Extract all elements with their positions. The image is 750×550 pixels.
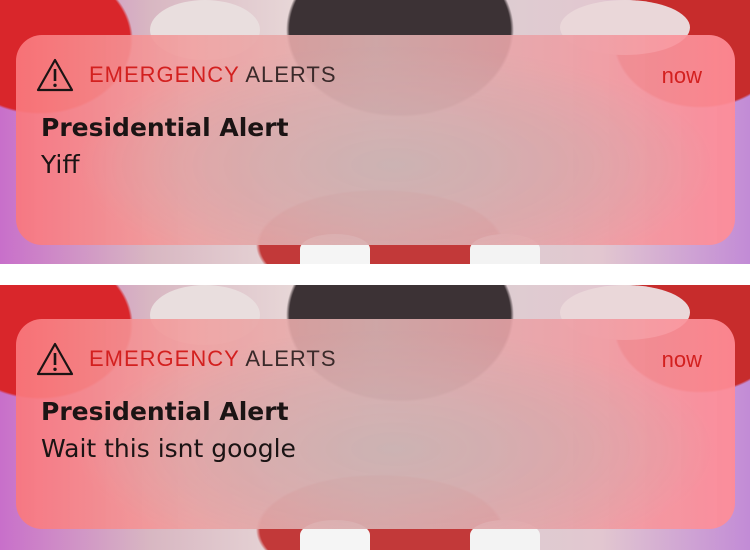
panel-divider [0, 264, 750, 285]
app-name: EMERGENCY ALERTS [89, 62, 337, 88]
notification-card[interactable]: EMERGENCY ALERTS now Presidential Alert … [16, 319, 735, 529]
screenshot-panel-1: EMERGENCY ALERTS now Presidential Alert … [0, 0, 750, 264]
app-name-alerts: ALERTS [245, 346, 337, 371]
app-name: EMERGENCY ALERTS [89, 346, 337, 372]
notification-message: Wait this isnt google [41, 434, 296, 463]
notification-message: Yiff [41, 150, 80, 179]
app-name-emergency: EMERGENCY [89, 62, 240, 87]
warning-triangle-icon [36, 58, 74, 92]
notification-card[interactable]: EMERGENCY ALERTS now Presidential Alert … [16, 35, 735, 245]
app-name-alerts: ALERTS [245, 62, 337, 87]
notification-title: Presidential Alert [41, 113, 289, 142]
notification-header: EMERGENCY ALERTS [35, 341, 337, 377]
app-name-emergency: EMERGENCY [89, 346, 240, 371]
notification-time: now [661, 63, 702, 88]
notification-time: now [661, 347, 702, 372]
notification-title: Presidential Alert [41, 397, 289, 426]
screenshot-panel-2: EMERGENCY ALERTS now Presidential Alert … [0, 285, 750, 550]
warning-triangle-icon [36, 342, 74, 376]
notification-header: EMERGENCY ALERTS [35, 57, 337, 93]
